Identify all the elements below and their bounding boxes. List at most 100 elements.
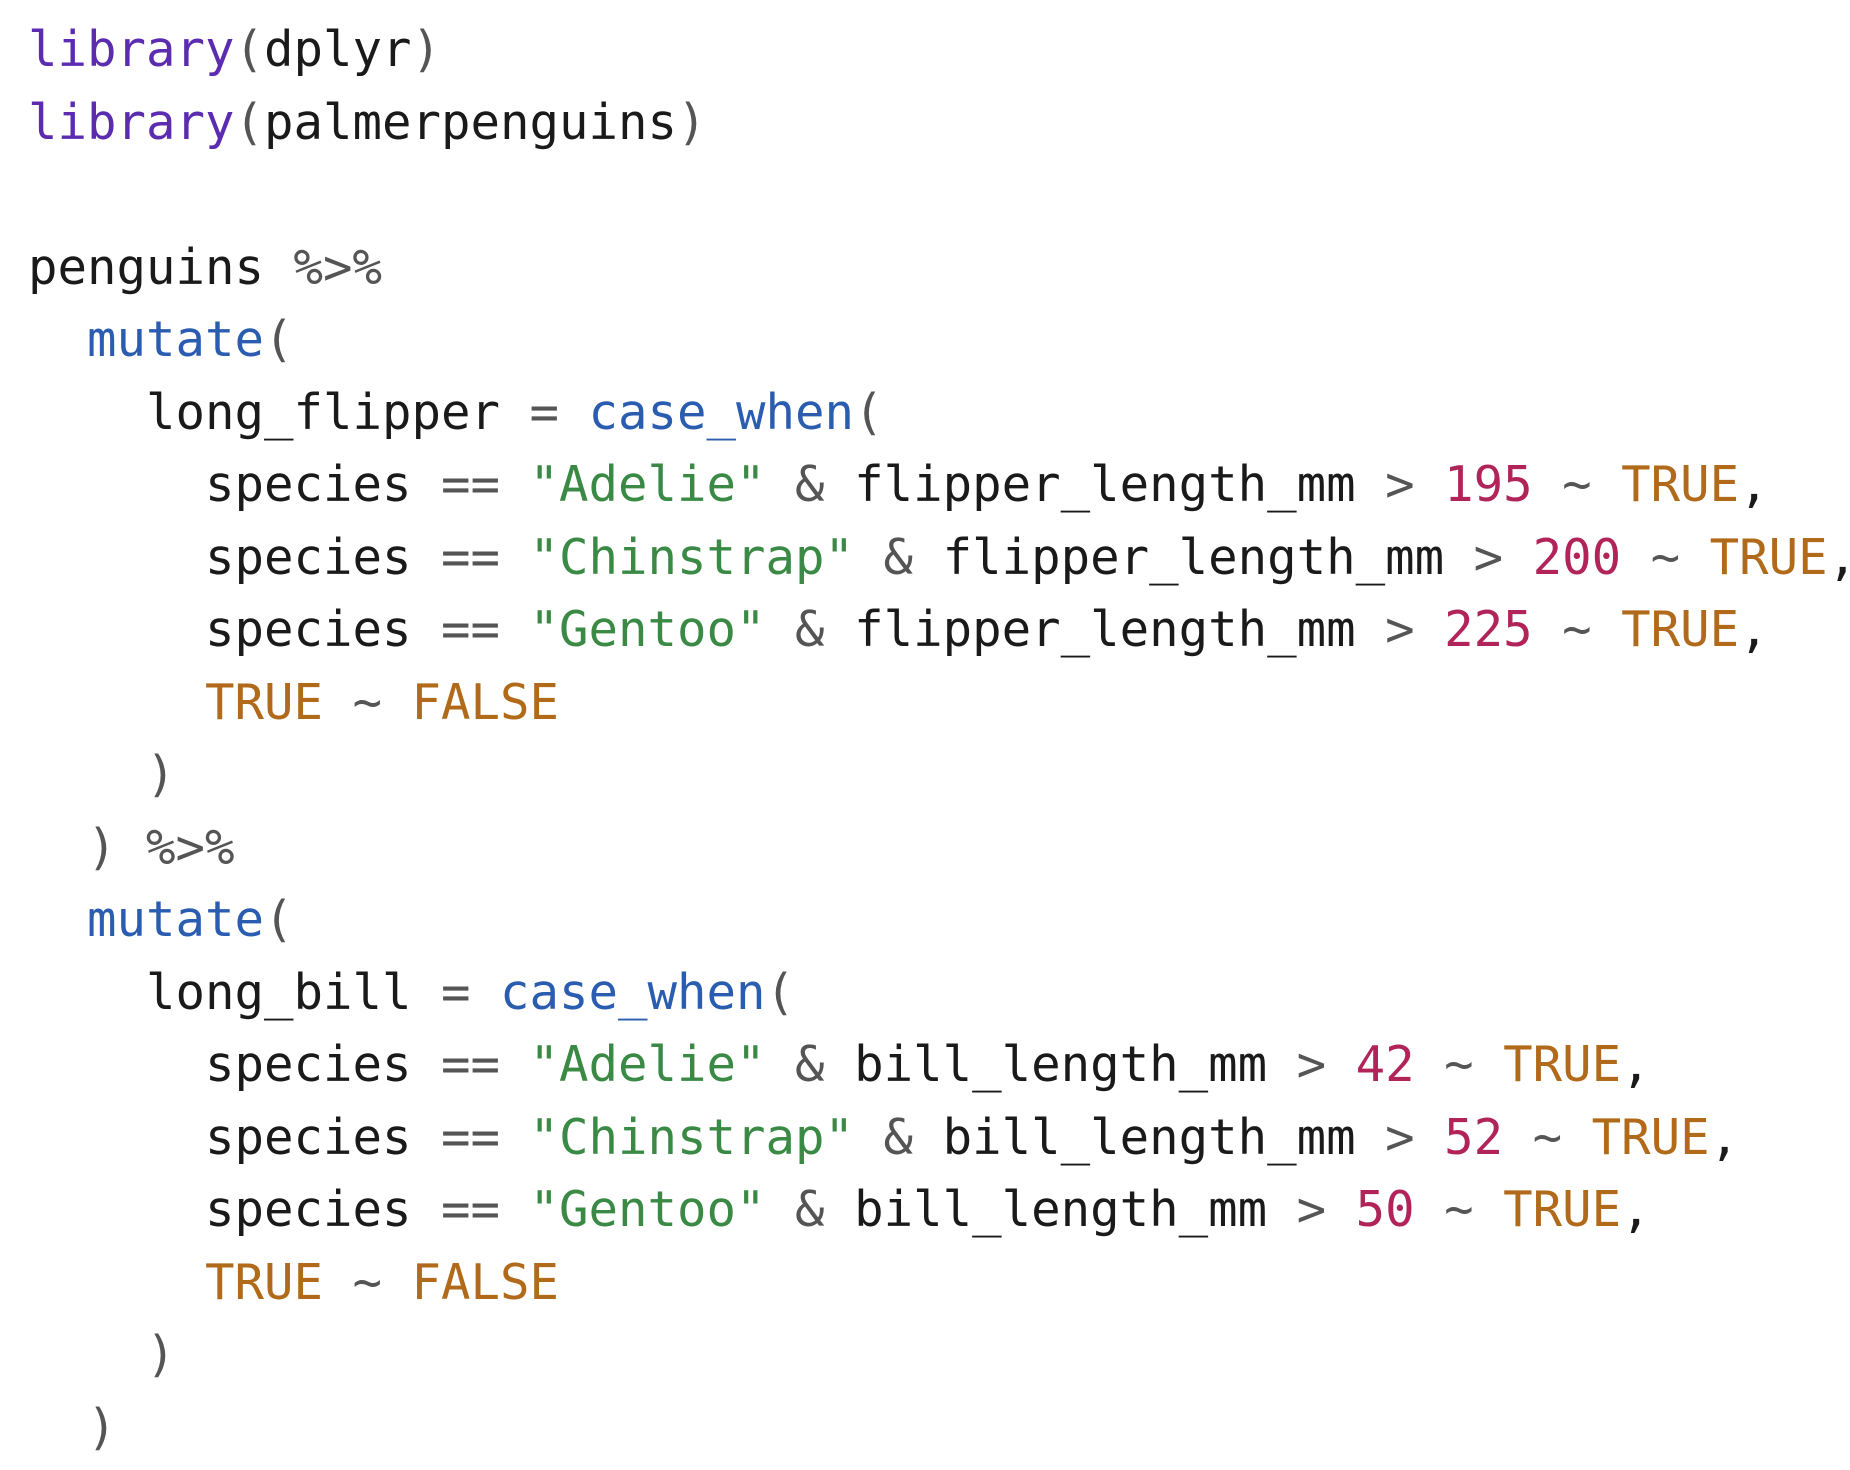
code-token-operator: ( [264, 891, 294, 948]
code-token-constant: TRUE [1503, 1036, 1622, 1093]
code-token-default: flipper_length_mm [854, 456, 1386, 513]
code-token-operator: > [1385, 601, 1445, 658]
code-token-default: , [1739, 601, 1769, 658]
code-token-operator: ) [87, 1398, 117, 1456]
code-token-default [28, 891, 87, 948]
code-token-default [28, 1254, 205, 1311]
code-token-default: species [28, 601, 442, 658]
code-token-operator: ) [677, 93, 707, 151]
code-token-default: , [1621, 1036, 1651, 1093]
code-line: species == "Chinstrap" & bill_length_mm … [28, 1102, 1850, 1175]
code-token-operator: ) [146, 1326, 176, 1383]
code-token-operator: & [854, 528, 943, 586]
code-token-operator: ~ [1414, 1181, 1504, 1238]
code-token-default: species [28, 1181, 442, 1238]
code-token-default [28, 746, 146, 803]
code-token-number: 195 [1444, 456, 1533, 513]
code-block: library(dplyr)library(palmerpenguins)​pe… [28, 14, 1850, 1464]
code-token-operator: & [765, 456, 855, 513]
code-token-operator: == [441, 528, 530, 586]
code-token-default [28, 819, 87, 876]
code-line: TRUE ~ FALSE [28, 667, 1850, 740]
code-token-default [28, 311, 87, 368]
code-token-number: 50 [1355, 1181, 1415, 1238]
code-token-operator: = [441, 963, 501, 1021]
code-token-constant: FALSE [411, 1253, 560, 1311]
code-line: library(palmerpenguins) [28, 87, 1850, 160]
code-token-default: , [1709, 1108, 1740, 1166]
code-token-operator: ~ [1532, 456, 1622, 513]
code-line: species == "Chinstrap" & flipper_length_… [28, 522, 1850, 595]
code-token-default [28, 1399, 87, 1456]
code-token-operator: == [441, 1181, 530, 1238]
code-token-operator: ~ [1621, 528, 1710, 586]
code-line: ) [28, 1392, 1850, 1465]
code-token-default: species [28, 1108, 442, 1166]
code-token-number: 52 [1444, 1108, 1504, 1166]
code-token-operator: > [1473, 528, 1533, 586]
code-token-operator: ~ [323, 1253, 412, 1311]
code-token-default: species [28, 1036, 442, 1093]
code-token-constant: TRUE [1503, 1181, 1622, 1238]
code-token-operator: ~ [323, 673, 412, 731]
code-token-operator: & [854, 1108, 943, 1166]
code-line: ) %>% [28, 812, 1850, 885]
code-token-default [28, 674, 205, 731]
code-token-string: "Chinstrap" [529, 1108, 855, 1166]
code-line: ) [28, 739, 1850, 812]
code-token-default: dplyr [264, 21, 412, 78]
code-token-operator: > [1296, 1036, 1356, 1093]
code-token-operator: ~ [1503, 1108, 1592, 1166]
code-token-operator: ) %>% [87, 818, 235, 876]
code-token-constant: TRUE [205, 1253, 324, 1311]
code-token-string: "Gentoo" [529, 601, 766, 658]
code-token-operator: ~ [1532, 601, 1622, 658]
code-token-operator: > [1385, 1108, 1445, 1166]
code-token-default: , [1739, 456, 1769, 513]
code-line: species == "Adelie" & flipper_length_mm … [28, 449, 1850, 522]
code-token-default [28, 1326, 146, 1383]
code-line: ​ [28, 159, 1850, 232]
code-token-default: long_bill [28, 963, 442, 1021]
code-token-operator: = [529, 383, 589, 441]
code-token-operator: ( [854, 383, 884, 441]
code-token-string: "Adelie" [529, 456, 766, 513]
code-token-constant: TRUE [1621, 456, 1740, 513]
code-token-operator: == [441, 456, 530, 513]
code-token-function: mutate [87, 311, 265, 368]
code-token-operator: %>% [293, 238, 383, 296]
code-token-operator: ) [146, 746, 176, 803]
code-token-keyword: library [28, 21, 235, 78]
code-token-function: mutate [87, 891, 265, 948]
code-token-keyword: library [28, 93, 235, 151]
code-line: long_flipper = case_when( [28, 377, 1850, 450]
code-token-operator: == [441, 601, 530, 658]
code-token-operator: & [765, 1181, 855, 1238]
code-token-operator: == [441, 1036, 530, 1093]
code-token-operator: ( [234, 93, 265, 151]
code-token-operator: & [765, 601, 855, 658]
code-token-operator: ( [264, 311, 294, 368]
code-line: penguins %>% [28, 232, 1850, 305]
code-token-default: long_flipper [28, 383, 530, 441]
code-token-default: bill_length_mm [942, 1108, 1386, 1166]
code-token-constant: TRUE [1709, 528, 1828, 586]
code-token-operator: ~ [1414, 1036, 1504, 1093]
code-token-operator: > [1296, 1181, 1356, 1238]
code-token-operator: & [765, 1036, 855, 1093]
code-token-constant: TRUE [205, 673, 324, 731]
code-line: library(dplyr) [28, 14, 1850, 87]
code-line: species == "Gentoo" & bill_length_mm > 5… [28, 1174, 1850, 1247]
code-token-function: case_when [500, 963, 766, 1021]
code-token-default: flipper_length_mm [854, 601, 1386, 658]
code-token-default: , [1621, 1181, 1651, 1238]
code-token-default: species [28, 528, 442, 586]
code-token-number: 225 [1444, 601, 1533, 658]
code-line: TRUE ~ FALSE [28, 1247, 1850, 1320]
code-token-operator: == [441, 1108, 530, 1166]
code-token-operator: ( [765, 963, 796, 1021]
code-token-operator: ) [411, 21, 442, 78]
code-token-operator: > [1385, 456, 1445, 513]
code-line: mutate( [28, 304, 1850, 377]
code-token-string: "Gentoo" [529, 1181, 766, 1238]
